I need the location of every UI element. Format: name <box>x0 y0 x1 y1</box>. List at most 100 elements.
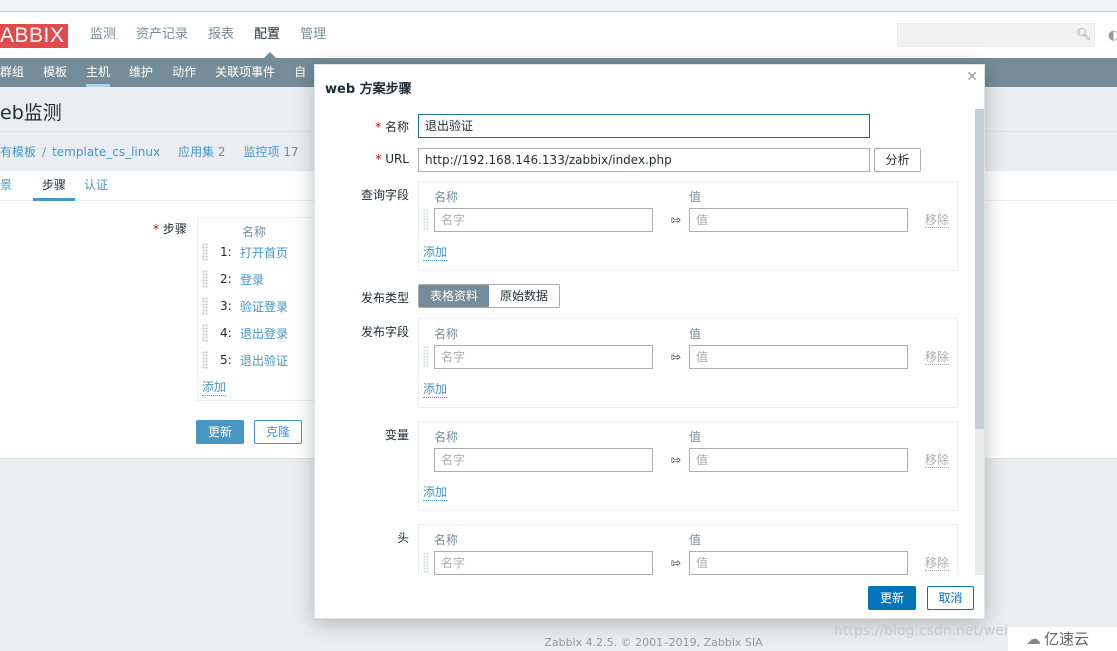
headers-name-input[interactable]: 名字 <box>434 551 653 575</box>
variables-remove-link[interactable]: 移除 <box>925 453 950 468</box>
sub-nav-hosts[interactable]: 主机 <box>86 58 111 87</box>
post-type-toggle: 表格资料 原始数据 <box>418 284 561 308</box>
search-icon[interactable]: 🔍︎ <box>1076 28 1091 40</box>
tab-steps[interactable]: 步骤 <box>33 171 76 201</box>
steps-label: * 步骤 <box>153 222 187 236</box>
sub-nav-templates[interactable]: 模板 <box>43 58 67 87</box>
breadcrumb-separator: / <box>42 144 47 159</box>
clone-button[interactable]: 克隆 <box>254 420 302 444</box>
post-fields-label: 发布字段 <box>360 325 409 339</box>
arrow-right-icon: ⇰ <box>671 350 682 364</box>
breadcrumb-applications[interactable]: 应用集 2 <box>178 143 225 160</box>
items-count: 17 <box>283 145 299 159</box>
table-row: 1: 打开首页 <box>202 242 288 262</box>
variables-name-input[interactable]: 名字 <box>434 448 653 472</box>
drag-handle-icon[interactable] <box>423 209 429 231</box>
parse-button[interactable]: 分析 <box>874 148 921 172</box>
breadcrumb-all-templates[interactable]: 有模板 <box>0 143 36 160</box>
post-remove-link[interactable]: 移除 <box>925 350 950 365</box>
post-value-header: 值 <box>689 327 702 341</box>
post-name-input[interactable]: 名字 <box>434 345 653 369</box>
headers-name-header: 名称 <box>434 533 459 547</box>
breadcrumb-template[interactable]: template_cs_linux <box>52 145 160 159</box>
post-type-form-data[interactable]: 表格资料 <box>419 285 490 307</box>
table-row: 5: 退出验证 <box>202 350 288 370</box>
url-label-col: * URL <box>315 152 409 172</box>
post-value-input[interactable]: 值 <box>689 345 908 369</box>
query-value-header: 值 <box>689 190 702 204</box>
zabbix-logo[interactable]: ABBIX <box>0 24 69 48</box>
main-nav-configuration[interactable]: 配置 <box>254 26 280 58</box>
post-add-link[interactable]: 添加 <box>423 380 448 398</box>
step-link[interactable]: 打开首页 <box>240 244 288 261</box>
main-nav: 监测 资产记录 报表 配置 管理 <box>90 26 346 58</box>
close-icon[interactable]: ✕ <box>966 69 978 85</box>
headers-value-input[interactable]: 值 <box>689 551 908 575</box>
main-nav-inventory[interactable]: 资产记录 <box>136 26 188 44</box>
step-link[interactable]: 退出验证 <box>240 352 288 369</box>
brand-logo: ☁ 亿速云 <box>1008 627 1117 651</box>
name-input[interactable]: 退出验证 <box>418 114 870 138</box>
sub-nav-event-correlation[interactable]: 关联项事件 <box>215 58 275 87</box>
name-label-text: 名称 <box>384 120 409 134</box>
watermark: https://blog.csdn.net/wei <box>834 623 1008 639</box>
drag-handle-icon[interactable] <box>202 297 208 315</box>
step-link[interactable]: 退出登录 <box>240 325 288 342</box>
headers-value-header: 值 <box>689 533 702 547</box>
url-label-text: URL <box>385 152 409 166</box>
applications-count: 2 <box>217 145 226 159</box>
url-input[interactable]: http://192.168.146.133/zabbix/index.php <box>418 148 870 172</box>
tab-scenario[interactable]: 景 <box>0 171 21 200</box>
main-nav-monitoring[interactable]: 监测 <box>90 26 116 44</box>
post-type-label: 发布类型 <box>360 291 409 305</box>
drag-handle-icon[interactable] <box>423 552 429 574</box>
sub-nav-discovery[interactable]: 自 <box>294 58 306 87</box>
update-button[interactable]: 更新 <box>196 420 244 444</box>
sub-nav-host-groups[interactable]: 群组 <box>0 58 24 87</box>
query-fields-label-col: 查询字段 <box>315 186 409 206</box>
sub-nav-maintenance[interactable]: 维护 <box>129 58 153 87</box>
arrow-right-icon: ⇰ <box>671 556 682 570</box>
dialog-update-button[interactable]: 更新 <box>868 586 916 610</box>
post-fields-label-col: 发布字段 <box>315 323 409 343</box>
query-name-input[interactable]: 名字 <box>434 208 653 232</box>
drag-handle-icon[interactable] <box>202 351 208 369</box>
variables-value-input[interactable]: 值 <box>689 448 908 472</box>
cloud-icon: ☁ <box>1026 630 1041 648</box>
top-header: ABBIX 监测 资产记录 报表 配置 管理 🔍︎ ◐ <box>0 12 1117 58</box>
tab-authentication[interactable]: 认证 <box>75 171 117 200</box>
name-label: * 名称 <box>375 120 409 134</box>
table-row: 3: 验证登录 <box>202 296 288 316</box>
variables-value-header: 值 <box>689 430 702 444</box>
headers-remove-link[interactable]: 移除 <box>925 556 950 571</box>
web-step-dialog: web 方案步骤 ✕ * 名称 退出验证 * URL http://192.16… <box>314 64 985 619</box>
dialog-cancel-button[interactable]: 取消 <box>927 586 974 610</box>
drag-handle-icon[interactable] <box>202 270 208 288</box>
sub-nav-actions[interactable]: 动作 <box>172 58 196 87</box>
dialog-scrollbar-thumb[interactable] <box>975 109 984 429</box>
add-step-link[interactable]: 添加 <box>202 378 227 396</box>
brand-name: 亿速云 <box>1044 630 1090 648</box>
query-value-input[interactable]: 值 <box>689 208 908 232</box>
drag-handle-icon[interactable] <box>202 324 208 342</box>
step-link[interactable]: 验证登录 <box>240 298 288 315</box>
headers-table: 名称 值 名字 ⇰ 值 移除 <box>418 524 958 575</box>
name-label-col: * 名称 <box>315 118 409 138</box>
post-type-raw-data[interactable]: 原始数据 <box>489 285 560 307</box>
main-nav-administration[interactable]: 管理 <box>300 26 326 44</box>
query-remove-link[interactable]: 移除 <box>925 213 950 228</box>
main-nav-reports[interactable]: 报表 <box>208 26 234 44</box>
headers-label: 头 <box>396 531 409 545</box>
dialog-scrollbar[interactable] <box>975 109 984 575</box>
post-type-label-col: 发布类型 <box>315 289 409 309</box>
query-fields-label: 查询字段 <box>360 188 409 202</box>
query-add-link[interactable]: 添加 <box>423 243 448 261</box>
variables-add-link[interactable]: 添加 <box>423 483 448 501</box>
breadcrumb-items[interactable]: 监控项 17 <box>244 143 299 160</box>
drag-handle-icon[interactable] <box>423 346 429 368</box>
arrow-right-icon: ⇰ <box>671 213 682 227</box>
drag-handle-icon[interactable] <box>202 243 208 261</box>
step-link[interactable]: 登录 <box>240 271 264 288</box>
search-input[interactable]: 🔍︎ <box>897 23 1095 47</box>
support-icon[interactable]: ◐ <box>1108 28 1117 43</box>
